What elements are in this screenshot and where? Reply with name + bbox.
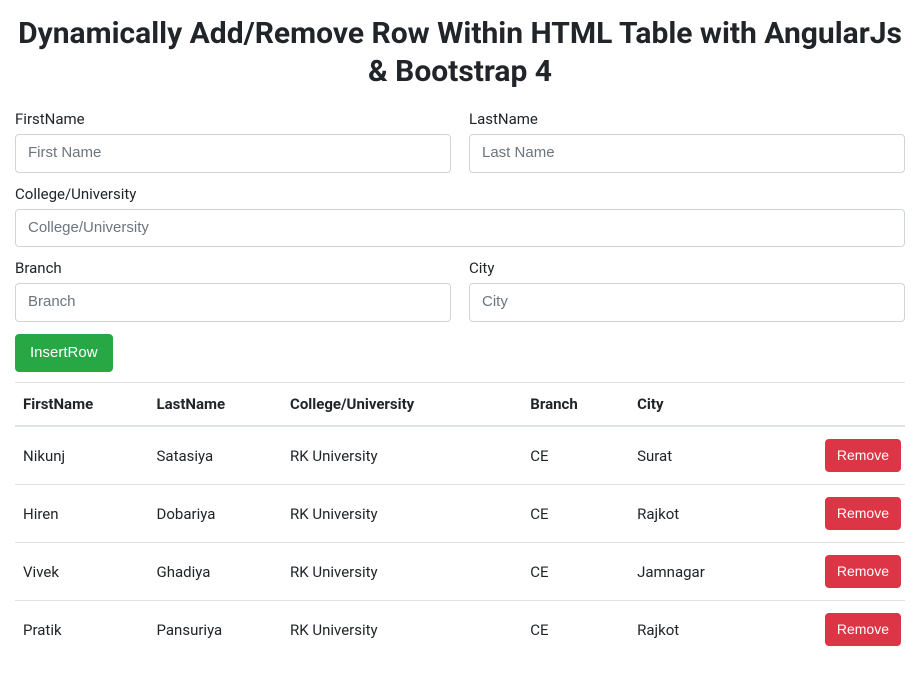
cell-city: Rajkot [629,601,771,659]
table-row: PratikPansuriyaRK UniversityCERajkot Remo… [15,601,905,659]
cell-city: Surat [629,426,771,485]
cell-city: Rajkot [629,485,771,543]
cell-college: RK University [282,426,522,485]
firstname-label: FirstName [15,110,451,128]
cell-lastname: Dobariya [149,485,283,543]
cell-branch: CE [522,601,629,659]
remove-button[interactable]: Remove [825,439,901,472]
table-row: VivekGhadiyaRK UniversityCEJamnagar Remov… [15,543,905,601]
cell-firstname: Hiren [15,485,149,543]
cell-action: Remove [771,426,905,485]
cell-lastname: Satasiya [149,426,283,485]
cell-branch: CE [522,485,629,543]
firstname-input[interactable] [15,134,451,173]
cell-college: RK University [282,543,522,601]
cell-branch: CE [522,426,629,485]
branch-input[interactable] [15,283,451,322]
data-table: FirstName LastName College/University Br… [15,382,905,658]
city-input[interactable] [469,283,905,322]
college-input[interactable] [15,209,905,248]
header-college: College/University [282,383,522,427]
cell-city: Jamnagar [629,543,771,601]
cell-college: RK University [282,601,522,659]
remove-button[interactable]: Remove [825,613,901,646]
cell-college: RK University [282,485,522,543]
header-branch: Branch [522,383,629,427]
cell-action: Remove [771,485,905,543]
header-city: City [629,383,771,427]
remove-button[interactable]: Remove [825,497,901,530]
page-title: Dynamically Add/Remove Row Within HTML T… [15,15,905,90]
header-lastname: LastName [149,383,283,427]
insert-row-button[interactable]: InsertRow [15,334,113,373]
college-label: College/University [15,185,905,203]
cell-firstname: Nikunj [15,426,149,485]
table-row: NikunjSatasiyaRK UniversityCESurat Remove [15,426,905,485]
table-row: HirenDobariyaRK UniversityCERajkot Remove [15,485,905,543]
cell-lastname: Ghadiya [149,543,283,601]
header-action [771,383,905,427]
lastname-label: LastName [469,110,905,128]
cell-branch: CE [522,543,629,601]
lastname-input[interactable] [469,134,905,173]
cell-action: Remove [771,543,905,601]
city-label: City [469,259,905,277]
cell-action: Remove [771,601,905,659]
remove-button[interactable]: Remove [825,555,901,588]
header-firstname: FirstName [15,383,149,427]
cell-lastname: Pansuriya [149,601,283,659]
cell-firstname: Vivek [15,543,149,601]
branch-label: Branch [15,259,451,277]
cell-firstname: Pratik [15,601,149,659]
